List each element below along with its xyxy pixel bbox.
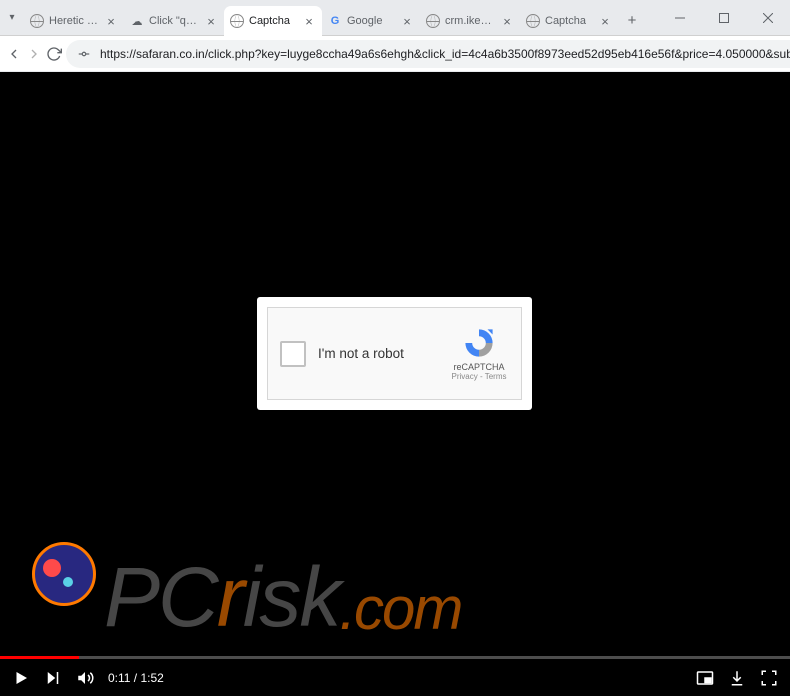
volume-button[interactable] — [76, 669, 94, 687]
google-icon: G — [328, 14, 342, 28]
tab-google[interactable]: G Google × — [322, 6, 420, 36]
address-bar[interactable]: https://safaran.co.in/click.php?key=luyg… — [66, 40, 790, 68]
pcrisk-logo-icon — [32, 542, 96, 606]
tab-title: crm.ikeymas — [445, 15, 495, 27]
close-icon[interactable]: × — [500, 14, 514, 28]
play-button[interactable] — [12, 669, 30, 687]
download-button[interactable] — [728, 669, 746, 687]
close-icon[interactable]: × — [204, 14, 218, 28]
tab-title: Click "quot;" — [149, 15, 199, 27]
captcha-card: I'm not a robot reCAPTCHA Privacy - Term… — [257, 297, 532, 410]
tab-search-dropdown[interactable]: ▾ — [0, 0, 24, 35]
tab-title: Captcha — [249, 15, 297, 27]
globe-icon — [526, 14, 540, 28]
progress-fill — [0, 656, 79, 659]
tab-captcha-active[interactable]: Captcha × — [224, 6, 322, 36]
recaptcha-terms[interactable]: Privacy - Terms — [449, 372, 509, 381]
globe-icon — [230, 14, 244, 28]
cloud-icon: ☁ — [130, 14, 144, 28]
tab-title: Google — [347, 15, 395, 27]
page-content: I'm not a robot reCAPTCHA Privacy - Term… — [0, 72, 790, 696]
url-text: https://safaran.co.in/click.php?key=luyg… — [100, 47, 790, 61]
minimize-button[interactable] — [658, 0, 702, 35]
globe-icon — [426, 14, 440, 28]
pip-button[interactable] — [696, 669, 714, 687]
maximize-button[interactable] — [702, 0, 746, 35]
tab-click[interactable]: ☁ Click "quot;" × — [124, 6, 224, 36]
watermark-com: .com — [339, 582, 461, 636]
recaptcha-checkbox[interactable] — [280, 341, 306, 367]
progress-bar[interactable] — [0, 656, 790, 659]
close-icon[interactable]: × — [104, 14, 118, 28]
time-display: 0:11 / 1:52 — [108, 671, 164, 685]
recaptcha-logo-icon — [462, 326, 496, 360]
tab-crm[interactable]: crm.ikeymas × — [420, 6, 520, 36]
close-icon[interactable]: × — [400, 14, 414, 28]
watermark-isk: isk — [243, 560, 340, 636]
tab-title: Heretic (2024 — [49, 15, 99, 27]
forward-button[interactable] — [26, 40, 42, 68]
next-button[interactable] — [44, 669, 62, 687]
pcrisk-watermark: PCrisk.com — [32, 542, 461, 636]
recaptcha-widget: I'm not a robot reCAPTCHA Privacy - Term… — [267, 307, 522, 400]
tab-captcha-2[interactable]: Captcha × — [520, 6, 618, 36]
watermark-r: r — [217, 560, 243, 636]
site-settings-icon[interactable] — [76, 46, 92, 62]
close-icon[interactable]: × — [598, 14, 612, 28]
back-button[interactable] — [6, 40, 22, 68]
video-player-bar: 0:11 / 1:52 — [0, 656, 790, 696]
close-icon[interactable]: × — [302, 14, 316, 28]
new-tab-button[interactable]: + — [618, 6, 646, 35]
tab-title: Captcha — [545, 15, 593, 27]
watermark-pc: PC — [104, 560, 217, 636]
reload-button[interactable] — [46, 40, 62, 68]
fullscreen-button[interactable] — [760, 669, 778, 687]
globe-icon — [30, 14, 44, 28]
tab-heretic[interactable]: Heretic (2024 × — [24, 6, 124, 36]
close-window-button[interactable] — [746, 0, 790, 35]
recaptcha-label: I'm not a robot — [318, 346, 449, 361]
recaptcha-brand: reCAPTCHA — [449, 362, 509, 373]
